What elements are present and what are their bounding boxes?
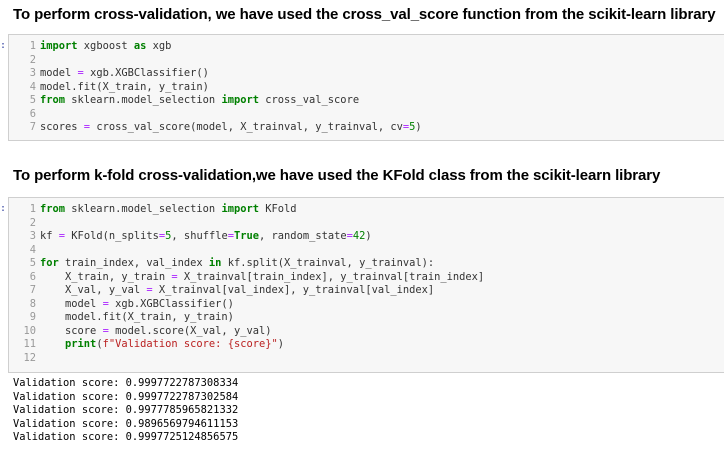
line-numbers: 1 2 3 4 5 6 7 8 9 10 11 12 xyxy=(9,203,36,365)
cell-output: Validation score: 0.9997722787308334 Vali… xyxy=(13,377,238,445)
code-token: X_train, y_train xyxy=(40,270,172,283)
code-line: print(f"Validation score: {score}") xyxy=(40,338,724,352)
code-editor[interactable]: import xgboost as xgb model = xgb.XGBCla… xyxy=(40,40,724,135)
code-token: , random_state xyxy=(259,230,347,242)
code-line: X_val, y_val = X_trainval[val_index], y_… xyxy=(40,284,724,298)
code-token: from xyxy=(40,203,66,215)
code-token: KFold(n_splits xyxy=(65,230,159,242)
code-cell-kfold[interactable]: 1 2 3 4 5 6 7 8 9 10 11 12 from sklearn.model_selec… xyxy=(8,197,724,373)
code-token: model.score(X_val, y_val) xyxy=(108,324,272,337)
output-line: Validation score: 0.9896569794611153 xyxy=(13,417,239,430)
output-line: Validation score: 0.9997722787302584 xyxy=(13,390,239,403)
code-token: model.fit(X_train, y_train) xyxy=(40,80,209,93)
code-line: X_train, y_train = X_trainval[train_inde… xyxy=(40,271,724,285)
line-number: 1 xyxy=(29,203,36,215)
code-token: xgb xyxy=(146,40,172,52)
code-token: for xyxy=(40,257,59,269)
code-line: score = model.score(X_val, y_val) xyxy=(40,325,724,339)
line-number: 5 xyxy=(29,257,36,269)
code-token: import xyxy=(40,40,78,52)
code-token: model xyxy=(40,67,78,79)
line-number: 9 xyxy=(29,311,36,323)
line-numbers: 1234567 xyxy=(9,40,36,135)
line-number: 1 xyxy=(29,40,36,52)
code-token: as xyxy=(133,40,147,52)
code-token: X_trainval[train_index], y_trainval[trai… xyxy=(177,270,485,283)
code-line: model = xgb.XGBClassifier() xyxy=(40,298,724,312)
line-number: 7 xyxy=(29,121,36,133)
code-line: for train_index, val_index in kf.split(X… xyxy=(40,257,724,271)
line-number: 7 xyxy=(29,284,36,296)
cell-prompt-1: : xyxy=(0,40,7,51)
line-number: 3 xyxy=(29,230,36,242)
code-token: X_trainval[val_index], y_trainval[val_in… xyxy=(152,284,435,296)
line-number: 6 xyxy=(29,107,36,120)
code-editor[interactable]: from sklearn.model_selection import KFol… xyxy=(40,203,724,365)
code-token: xgb.XGBClassifier() xyxy=(108,297,234,310)
line-number: 2 xyxy=(29,53,36,66)
line-number: 2 xyxy=(29,216,36,229)
code-token: scores xyxy=(40,121,84,133)
code-line: from sklearn.model_selection import cros… xyxy=(40,94,724,108)
code-token: True xyxy=(234,230,260,242)
line-number: 6 xyxy=(29,270,36,283)
code-token: KFold xyxy=(258,203,297,215)
code-line: import xgboost as xgb xyxy=(40,40,724,54)
code-cell-cross-val[interactable]: 1234567 import xgboost as xgb model = xg… xyxy=(8,34,724,141)
code-line: scores = cross_val_score(model, X_trainv… xyxy=(40,121,724,135)
line-number: 10 xyxy=(23,324,36,337)
code-token: ) xyxy=(365,230,372,242)
code-token: model.fit(X_train, y_train) xyxy=(40,311,234,323)
output-line: Validation score: 0.9997725124856575 xyxy=(13,431,239,444)
code-token: print xyxy=(65,338,97,350)
output-line: Validation score: 0.9997722787308334 xyxy=(13,377,239,389)
code-token: cross_val_score(model, X_trainval, y_tra… xyxy=(90,121,403,133)
line-number: 3 xyxy=(29,67,36,79)
line-number: 12 xyxy=(23,351,36,364)
code-token: 42 xyxy=(352,230,366,242)
code-token: import xyxy=(221,203,259,215)
code-token: xgb.XGBClassifier() xyxy=(83,67,209,79)
line-number: 11 xyxy=(23,338,36,350)
code-token: in xyxy=(208,257,222,269)
code-token: ) xyxy=(415,121,422,133)
code-line: kf = KFold(n_splits=5, shuffle=True, ran… xyxy=(40,230,724,244)
code-token: cross_val_score xyxy=(258,94,360,106)
kfold-heading: To perform k-fold cross-validation,we ha… xyxy=(13,167,661,184)
code-token: sklearn.model_selection xyxy=(65,94,222,106)
code-token: xgboost xyxy=(77,40,134,52)
cross-val-heading: To perform cross-validation, we have use… xyxy=(13,6,716,23)
code-token: , shuffle xyxy=(171,230,228,242)
cell-prompt-2: : xyxy=(0,203,7,214)
output-line: Validation score: 0.9977785965821332 xyxy=(13,404,239,417)
code-line: from sklearn.model_selection import KFol… xyxy=(40,203,724,217)
code-token: kf xyxy=(40,230,59,242)
code-token: score xyxy=(40,324,103,337)
code-token: from xyxy=(40,94,66,106)
line-number: 4 xyxy=(29,243,36,256)
line-number: 8 xyxy=(29,297,36,310)
code-line: model.fit(X_train, y_train) xyxy=(40,81,724,95)
line-number: 4 xyxy=(29,80,36,93)
code-token: import xyxy=(221,94,259,106)
code-token: model xyxy=(40,297,103,310)
code-token: sklearn.model_selection xyxy=(65,203,222,215)
code-token: train_index, val_index xyxy=(58,257,209,269)
code-line: model = xgb.XGBClassifier() xyxy=(40,67,724,81)
line-number: 5 xyxy=(29,94,36,106)
code-line: model.fit(X_train, y_train) xyxy=(40,311,724,325)
code-token: kf.split(X_trainval, y_trainval): xyxy=(221,257,435,269)
code-token: f"Validation score: {score}" xyxy=(102,338,278,350)
code-token: X_val, y_val xyxy=(40,284,147,296)
code-token: ) xyxy=(277,338,285,350)
